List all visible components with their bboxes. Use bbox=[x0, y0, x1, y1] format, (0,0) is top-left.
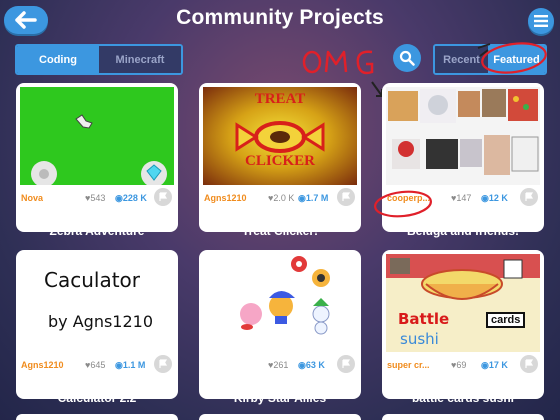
project-card[interactable]: ♥261 ◉63 K bbox=[199, 250, 361, 399]
project-author[interactable]: Nova bbox=[21, 193, 43, 203]
view-count: ◉12 K bbox=[481, 192, 508, 203]
project-card[interactable]: Nova ♥543 ◉228 K bbox=[16, 83, 178, 232]
search-button[interactable] bbox=[393, 44, 421, 72]
flag-button[interactable] bbox=[337, 188, 355, 206]
tab-minecraft[interactable]: Minecraft bbox=[99, 46, 181, 73]
project-title: Beluga and friends! bbox=[406, 224, 519, 238]
project-title: battle cards sushi bbox=[411, 391, 515, 405]
project-thumbnail bbox=[386, 87, 540, 185]
project-card-partial[interactable] bbox=[16, 414, 178, 420]
project-card[interactable]: Battle cards sushi super cr... ♥69 ◉17 K bbox=[382, 250, 544, 399]
page-title: Community Projects bbox=[176, 6, 384, 29]
flag-button[interactable] bbox=[520, 188, 538, 206]
flag-button[interactable] bbox=[337, 355, 355, 373]
project-title: Calculator 2.2 bbox=[57, 391, 137, 405]
menu-button[interactable] bbox=[528, 8, 554, 34]
flag-icon bbox=[342, 192, 351, 201]
project-card-partial[interactable] bbox=[199, 414, 361, 420]
flag-icon bbox=[159, 359, 168, 368]
project-thumbnail bbox=[20, 87, 174, 185]
author-scribble-circle bbox=[374, 190, 432, 218]
like-count: ♥2.0 K bbox=[268, 193, 295, 203]
like-count: ♥645 bbox=[85, 360, 106, 370]
flag-icon bbox=[525, 192, 534, 201]
tab-coding[interactable]: Coding bbox=[17, 46, 99, 73]
like-count: ♥261 bbox=[268, 360, 289, 370]
search-icon bbox=[399, 50, 415, 66]
project-thumbnail: Caculator by Agns1210 bbox=[20, 254, 174, 352]
view-count: ◉228 K bbox=[115, 192, 147, 203]
category-tabs: Coding Minecraft bbox=[15, 44, 183, 75]
view-count: ◉63 K bbox=[298, 359, 325, 370]
view-count: ◉1.7 M bbox=[298, 192, 329, 203]
menu-icon bbox=[534, 15, 548, 27]
like-count: ♥543 bbox=[85, 193, 106, 203]
project-title: Kirby Star Allies bbox=[233, 391, 327, 405]
flag-icon bbox=[525, 359, 534, 368]
project-title: Treat Clicker! bbox=[241, 224, 319, 238]
project-card[interactable]: TREAT CLICKER Agns1210 ♥2.0 K ◉1.7 M bbox=[199, 83, 361, 232]
project-thumbnail bbox=[203, 254, 357, 352]
flag-button[interactable] bbox=[520, 355, 538, 373]
view-count: ◉17 K bbox=[481, 359, 508, 370]
like-count: ♥69 bbox=[451, 360, 467, 370]
project-author[interactable]: Agns1210 bbox=[21, 360, 64, 370]
project-author[interactable]: super cr... bbox=[387, 360, 430, 370]
flag-icon bbox=[342, 359, 351, 368]
project-title: Zebra Adventure bbox=[49, 224, 145, 238]
view-count: ◉1.1 M bbox=[115, 359, 146, 370]
project-author[interactable]: Agns1210 bbox=[204, 193, 247, 203]
project-card[interactable]: Caculator by Agns1210 Agns1210 ♥645 ◉1.1… bbox=[16, 250, 178, 399]
flag-button[interactable] bbox=[154, 188, 172, 206]
featured-scribble-circle bbox=[477, 42, 547, 74]
like-count: ♥147 bbox=[451, 193, 472, 203]
flag-icon bbox=[159, 192, 168, 201]
project-card-partial[interactable] bbox=[382, 414, 544, 420]
flag-button[interactable] bbox=[154, 355, 172, 373]
project-thumbnail: TREAT CLICKER bbox=[203, 87, 357, 185]
project-thumbnail: Battle cards sushi bbox=[386, 254, 540, 352]
